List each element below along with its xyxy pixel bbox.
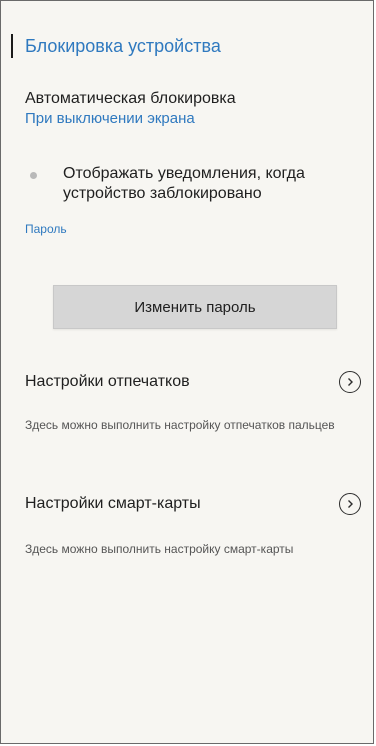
radio-indicator-icon[interactable] (30, 172, 37, 179)
show-notifications-option[interactable]: Отображать уведомления, когда устройство… (25, 164, 365, 204)
auto-lock-value[interactable]: При выключении экрана (25, 109, 365, 129)
smart-card-settings-description: Здесь можно выполнить настройку смарт-ка… (25, 542, 294, 556)
section-header: Блокировка устройства (11, 34, 221, 58)
chevron-right-circle-icon[interactable] (339, 493, 361, 515)
smart-card-settings-row[interactable]: Настройки смарт-карты (25, 493, 361, 515)
change-password-button[interactable]: Изменить пароль (53, 285, 337, 329)
show-notifications-label: Отображать уведомления, когда устройство… (63, 165, 305, 202)
fingerprint-settings-title: Настройки отпечатков (25, 373, 190, 390)
smart-card-settings-title: Настройки смарт-карты (25, 495, 201, 512)
auto-lock-title: Автоматическая блокировка (25, 90, 236, 107)
section-title: Блокировка устройства (25, 36, 221, 56)
fingerprint-settings-description: Здесь можно выполнить настройку отпечатк… (25, 418, 335, 432)
fingerprint-settings-row[interactable]: Настройки отпечатков (25, 371, 361, 393)
password-label: Пароль (25, 222, 67, 236)
auto-lock-setting[interactable]: Автоматическая блокировка При выключении… (25, 89, 365, 129)
settings-screen: Блокировка устройства Автоматическая бло… (0, 0, 374, 744)
chevron-right-circle-icon[interactable] (339, 371, 361, 393)
